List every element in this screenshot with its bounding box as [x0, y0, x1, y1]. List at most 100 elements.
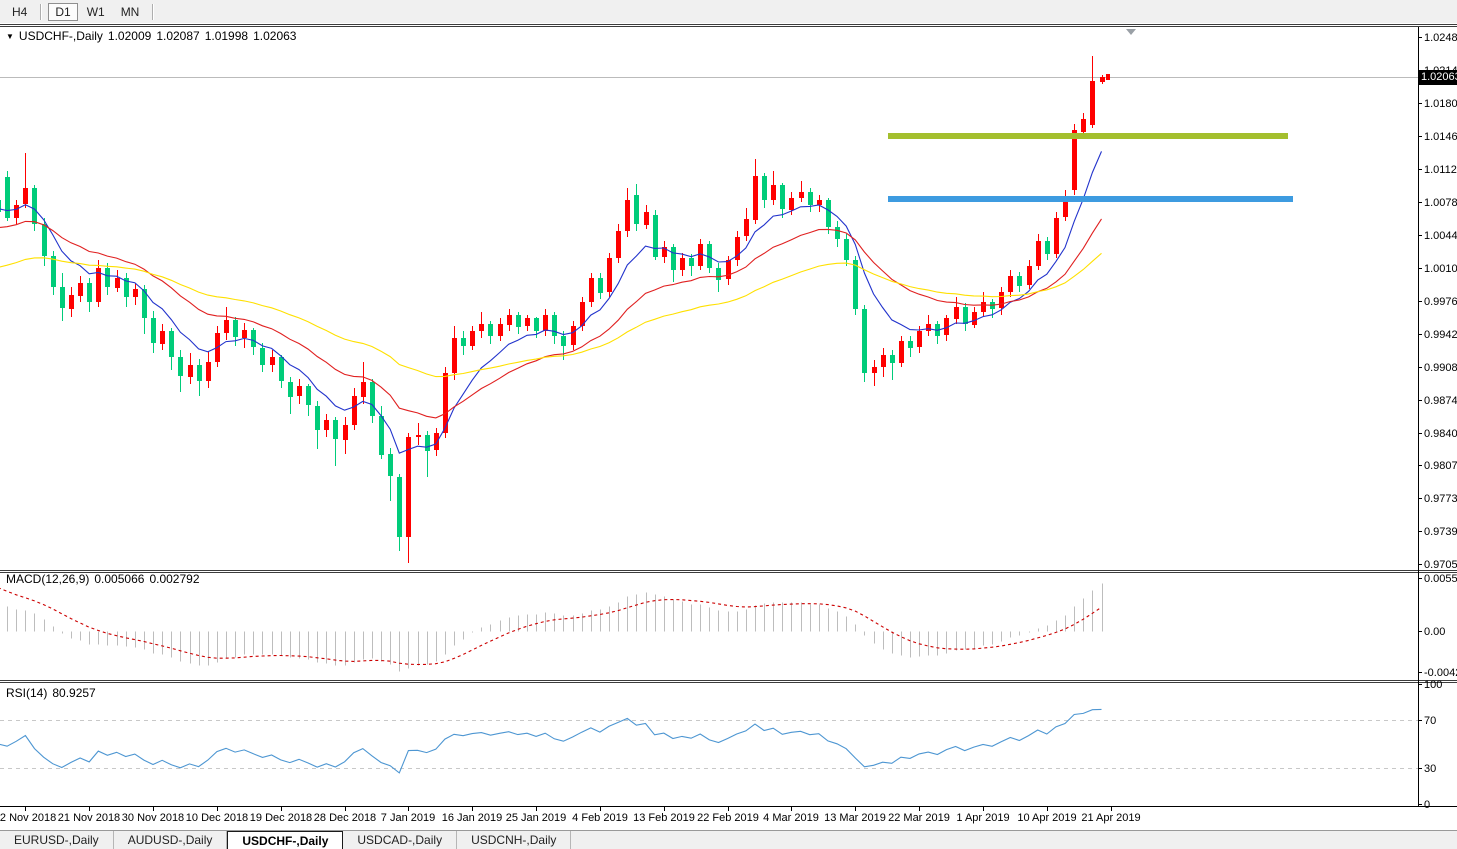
candle-body: [625, 200, 630, 231]
ohlc-high: 1.02087: [156, 29, 199, 43]
candle-body: [826, 200, 831, 227]
candle-body: [224, 320, 229, 333]
candle-body: [5, 177, 10, 218]
tab-audusd[interactable]: AUDUSD-,Daily: [114, 831, 228, 849]
candle-body: [589, 278, 594, 302]
date-axis-label: 10 Apr 2019: [1017, 812, 1076, 824]
candle-body: [817, 200, 822, 205]
candle-body: [461, 338, 466, 346]
candle-body: [370, 382, 375, 416]
date-axis-label: 13 Feb 2019: [633, 812, 695, 824]
candle-body: [361, 382, 366, 397]
ohlc-low: 1.01998: [205, 29, 248, 43]
support-hline[interactable]: [888, 196, 1293, 202]
candle-body: [42, 224, 47, 256]
ohlc-open: 1.02009: [108, 29, 151, 43]
rsi-axis-label: 30: [1424, 763, 1436, 775]
macd-histogram: [0, 584, 1103, 672]
candle-body: [689, 258, 694, 266]
candle-body: [616, 231, 621, 258]
candle-body: [333, 420, 338, 439]
candle-body: [1081, 119, 1086, 132]
date-axis-label: 22 Mar 2019: [888, 812, 950, 824]
candle-body: [260, 348, 265, 365]
chart-shift-marker-icon[interactable]: [1126, 29, 1136, 35]
date-axis-label: 7 Jan 2019: [381, 812, 435, 824]
candle-body: [908, 341, 913, 348]
candle-body: [352, 396, 357, 425]
date-axis-label: 25 Jan 2019: [506, 812, 567, 824]
candle-body: [671, 247, 676, 270]
candle-body: [1054, 218, 1059, 254]
macd-axis-label: 0.005508: [1424, 573, 1457, 585]
date-axis-label: 12 Nov 2018: [0, 812, 56, 824]
candle-body: [306, 386, 311, 405]
tab-eurusd[interactable]: EURUSD-,Daily: [0, 831, 114, 849]
candle-body: [23, 188, 28, 204]
candle-body: [607, 258, 612, 292]
candle-body: [890, 355, 895, 363]
candle-body: [315, 406, 320, 430]
collapse-chart-icon[interactable]: ▼: [6, 32, 14, 41]
rsi-level-lines: [0, 721, 1418, 769]
price-axis-label: 1.01800: [1424, 98, 1457, 110]
candle-body: [470, 331, 475, 346]
candle-body: [188, 365, 193, 377]
date-axis-labels: 12 Nov 201821 Nov 201830 Nov 201810 Dec …: [0, 807, 1141, 824]
candle-body: [324, 420, 329, 430]
price-axis-labels: 1.024801.021401.018001.014601.011201.007…: [1418, 32, 1457, 571]
date-axis-label: 13 Mar 2019: [824, 812, 886, 824]
candle-body: [105, 268, 110, 287]
price-marker-dot: [1106, 74, 1110, 80]
candle-body: [343, 425, 348, 440]
macd-axis-label: 0.00: [1424, 626, 1445, 638]
price-axis-label: 1.01120: [1424, 164, 1457, 176]
candle-body: [716, 268, 721, 280]
candle-body: [133, 289, 138, 297]
price-axis-label: 1.02480: [1424, 32, 1457, 44]
candle-body: [872, 367, 877, 373]
candle-body: [197, 365, 202, 381]
date-axis-label: 21 Nov 2018: [58, 812, 120, 824]
resistance-hline[interactable]: [888, 133, 1288, 139]
candle-body: [744, 219, 749, 236]
candle-body: [762, 176, 767, 200]
price-axis-label: 0.97730: [1424, 493, 1457, 505]
tab-usdchf[interactable]: USDCHF-,Daily: [227, 831, 343, 849]
candle-body: [388, 454, 393, 476]
candle-body: [60, 287, 65, 308]
date-axis-label: 4 Feb 2019: [572, 812, 628, 824]
price-chart-canvas[interactable]: 1.024801.021401.018001.014601.011201.007…: [0, 0, 1457, 849]
current-price-badge: 1.02063: [1419, 70, 1457, 85]
candle-body: [571, 326, 576, 345]
macd-indicator-label: MACD(12,26,9)0.0050660.002792: [6, 572, 205, 586]
candle-body: [160, 331, 165, 344]
candle-body: [416, 435, 421, 437]
price-axis-label: 0.99420: [1424, 329, 1457, 341]
candle-body: [844, 239, 849, 260]
candle-body: [0, 200, 1, 212]
price-axis-label: 0.97390: [1424, 526, 1457, 538]
candle-body: [1008, 276, 1013, 292]
rsi-axis-label: 70: [1424, 715, 1436, 727]
candle-body: [644, 212, 649, 225]
candle-body: [233, 320, 238, 337]
candle-body: [917, 331, 922, 347]
rsi-value: 80.9257: [52, 686, 95, 700]
chart-title: ▼USDCHF-,Daily1.020091.020871.019981.020…: [6, 29, 301, 43]
candle-body: [899, 341, 904, 363]
candle-body: [251, 330, 256, 347]
candle-body: [206, 362, 211, 381]
tab-usdcad[interactable]: USDCAD-,Daily: [343, 831, 457, 849]
price-axis-label: 0.99760: [1424, 296, 1457, 308]
candle-body: [425, 435, 430, 451]
candle-body: [780, 185, 785, 209]
price-axis-label: 0.99080: [1424, 362, 1457, 374]
candle-body: [1017, 276, 1022, 286]
candle-body: [169, 331, 174, 357]
tab-usdcnh[interactable]: USDCNH-,Daily: [457, 831, 571, 849]
candle-body: [954, 307, 959, 319]
candle-body: [507, 315, 512, 325]
macd-signal-value: 0.002792: [149, 572, 199, 586]
macd-main-value: 0.005066: [94, 572, 144, 586]
